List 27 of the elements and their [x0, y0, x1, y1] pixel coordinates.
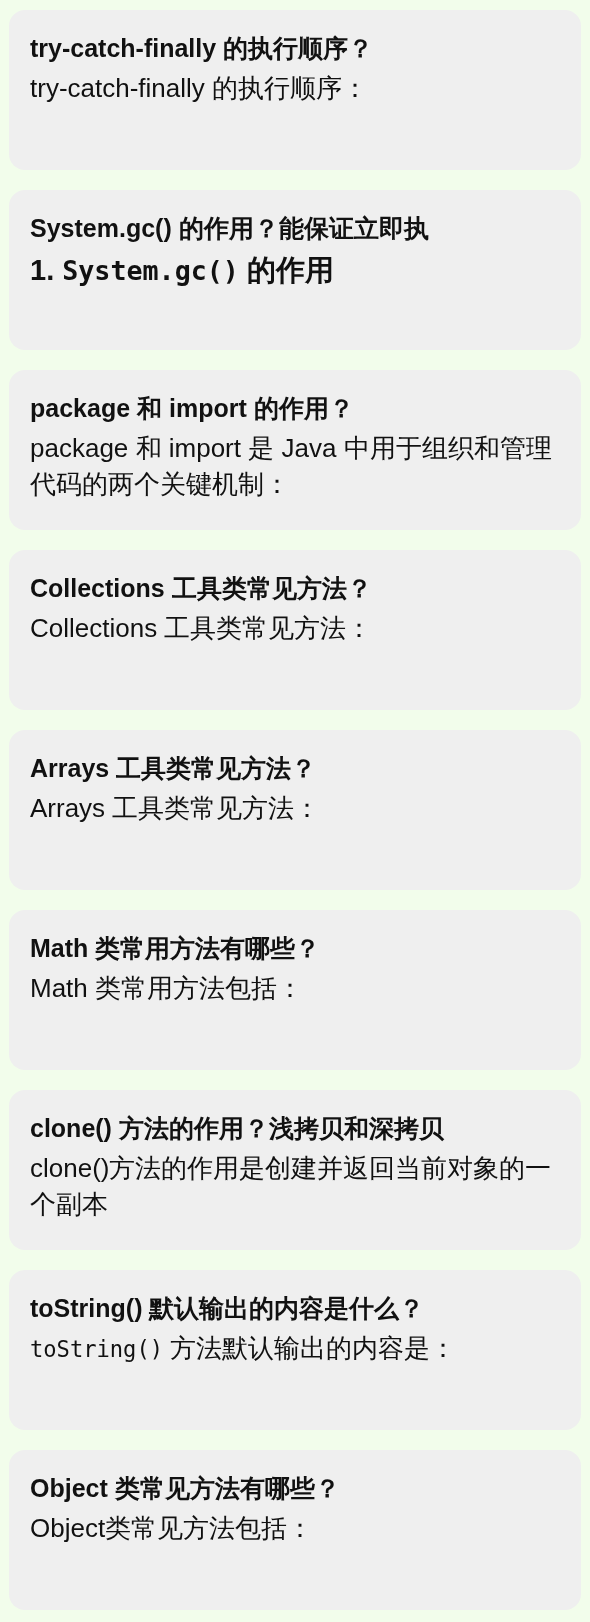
question-title: System.gc() 的作用？能保证立即执: [30, 213, 430, 244]
question-card[interactable]: Math 类常用方法有哪些？ Math 类常用方法包括：: [9, 910, 581, 1070]
answer-preview: Math 类常用方法包括：: [30, 972, 305, 1005]
question-card[interactable]: Collections 工具类常见方法？ Collections 工具类常见方法：: [9, 550, 581, 710]
question-card[interactable]: package 和 import 的作用？ package 和 import 是 Java 中用于组织和管理代码的两个关键机制：: [9, 370, 581, 530]
answer-preview: toString() 方法默认输出的内容是：: [30, 1332, 458, 1365]
answer-preview: Object类常见方法包括：: [30, 1512, 315, 1545]
answer-heading: 1. System.gc() 的作用: [30, 253, 335, 288]
answer-preview: clone()方法的作用是创建并返回当前对象的一个副本: [30, 1152, 553, 1221]
answer-preview: try-catch-finally 的执行顺序：: [30, 72, 370, 105]
question-card[interactable]: clone() 方法的作用？浅拷贝和深拷贝 clone()方法的作用是创建并返回当前对象的一个副本: [9, 1090, 581, 1250]
question-card[interactable]: toString() 默认输出的内容是什么？ toString() 方法默认输出的内容是：: [9, 1270, 581, 1430]
question-title: Object 类常见方法有哪些？: [30, 1473, 341, 1504]
question-title: Arrays 工具类常见方法？: [30, 753, 318, 784]
answer-preview: package 和 import 是 Java 中用于组织和管理代码的两个关键机制：: [30, 432, 553, 501]
answer-preview: Collections 工具类常见方法：: [30, 612, 374, 645]
question-card[interactable]: Object 类常见方法有哪些？ Object类常见方法包括：: [9, 1450, 581, 1610]
question-card[interactable]: System.gc() 的作用？能保证立即执 1. System.gc() 的作用: [9, 190, 581, 350]
question-card[interactable]: try-catch-finally 的执行顺序？ try-catch-finally 的执行顺序：: [9, 10, 581, 170]
question-title: toString() 默认输出的内容是什么？: [30, 1293, 426, 1324]
question-title: try-catch-finally 的执行顺序？: [30, 33, 375, 64]
question-title: Math 类常用方法有哪些？: [30, 933, 322, 964]
question-title: clone() 方法的作用？浅拷贝和深拷贝: [30, 1113, 445, 1144]
question-card[interactable]: Arrays 工具类常见方法？ Arrays 工具类常见方法：: [9, 730, 581, 890]
answer-preview: Arrays 工具类常见方法：: [30, 792, 322, 825]
question-title: Collections 工具类常见方法？: [30, 573, 373, 604]
question-title: package 和 import 的作用？: [30, 393, 355, 424]
